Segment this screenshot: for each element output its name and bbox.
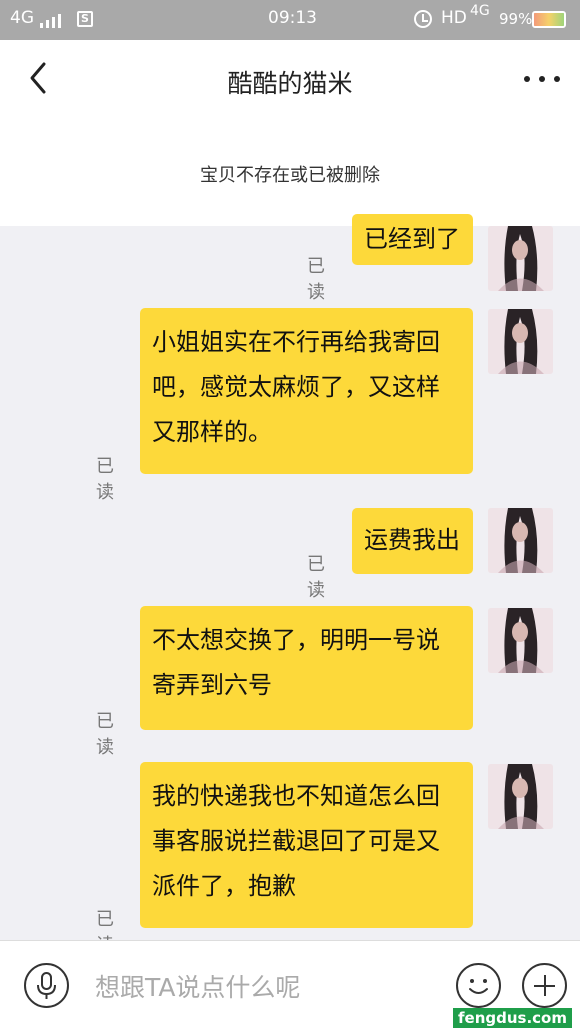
message-bubble[interactable]: 小姐姐实在不行再给我寄回 吧，感觉太麻烦了，又这样 又那样的。 xyxy=(140,308,473,474)
network-type-right: 4G xyxy=(470,3,490,19)
avatar[interactable] xyxy=(488,508,553,573)
message-bubble[interactable]: 已经到了 xyxy=(352,214,473,265)
message-input[interactable] xyxy=(95,969,435,1005)
message-bubble[interactable]: 不太想交换了，明明一号说 寄弄到六号 xyxy=(140,606,473,730)
microphone-icon[interactable] xyxy=(24,963,69,1008)
message-bubble[interactable]: 我的快递我也不知道怎么回 事客服说拦截退回了可是又 派件了，抱歉 xyxy=(140,762,473,928)
signal-bars-icon xyxy=(40,13,62,28)
avatar[interactable] xyxy=(488,309,553,374)
emoji-icon[interactable] xyxy=(456,963,501,1008)
network-type-left: 4G xyxy=(10,8,34,28)
more-dots-icon[interactable] xyxy=(522,66,562,90)
avatar[interactable] xyxy=(488,226,553,291)
status-time: 09:13 xyxy=(268,8,317,28)
read-status: 已读 xyxy=(307,256,325,303)
chat-title: 酷酷的猫米 xyxy=(227,69,353,98)
watermark: fengdus.com xyxy=(453,1008,572,1028)
avatar[interactable] xyxy=(488,764,553,829)
hd-label: HD xyxy=(441,8,467,28)
app-notification-icon: S xyxy=(77,11,93,27)
product-notice: 宝贝不存在或已被删除 xyxy=(0,118,580,226)
chat-header: 酷酷的猫米 xyxy=(0,40,580,118)
battery-percent: 99% xyxy=(499,10,533,28)
status-bar: 4G S 09:13 HD 4G 99% xyxy=(0,0,580,40)
read-status: 已读 xyxy=(96,711,114,758)
read-status: 已读 xyxy=(96,456,114,503)
battery-icon xyxy=(532,11,566,28)
avatar[interactable] xyxy=(488,608,553,673)
alarm-icon xyxy=(414,10,432,28)
plus-icon[interactable] xyxy=(522,963,567,1008)
read-status: 已读 xyxy=(307,554,325,601)
message-bubble[interactable]: 运费我出 xyxy=(352,508,473,574)
